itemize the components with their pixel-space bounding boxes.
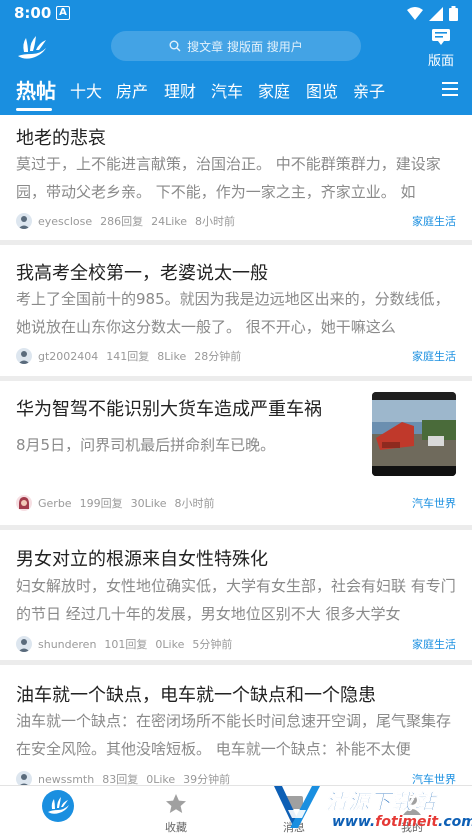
list-item[interactable]: 华为智驾不能识别大货车造成严重车祸 8月5日，问界司机最后拼命刹车已晚。 Ger… bbox=[0, 381, 472, 525]
watermark-url: www.fotimeit.com bbox=[332, 814, 472, 830]
post-meta: Gerbe 199回复 30Like 8小时前 汽车世界 bbox=[16, 494, 456, 512]
post-likes: 8Like bbox=[157, 349, 187, 363]
tab-gallery[interactable]: 图览 bbox=[306, 78, 338, 102]
watermark-url-suffix: .com bbox=[438, 814, 472, 830]
post-meta: gt2002404 141回复 8Like 28分钟前 家庭生活 bbox=[16, 347, 456, 365]
search-icon bbox=[169, 40, 181, 52]
app-logo-icon[interactable] bbox=[14, 32, 50, 62]
watermark-overlay: 清源下载站 www.fotimeit.com bbox=[268, 778, 472, 839]
board-icon bbox=[432, 29, 450, 45]
post-category[interactable]: 家庭生活 bbox=[412, 348, 456, 364]
watermark-url-brand: fotimeit bbox=[375, 814, 439, 830]
tab-hot[interactable]: 热帖 bbox=[16, 75, 56, 104]
post-time: 28分钟前 bbox=[194, 350, 242, 363]
star-icon bbox=[166, 794, 186, 813]
tab-family[interactable]: 家庭 bbox=[258, 78, 290, 102]
list-item[interactable]: 我高考全校第一，老婆说太一般 考上了全国前十的985。就因为我是边远地区出来的，… bbox=[0, 245, 472, 376]
tab-auto[interactable]: 汽车 bbox=[211, 78, 243, 102]
post-author[interactable]: Gerbe bbox=[38, 497, 72, 510]
post-replies: 141回复 bbox=[106, 350, 150, 363]
post-likes: 30Like bbox=[130, 496, 167, 510]
wifi-icon bbox=[407, 6, 423, 20]
nav-favorites-label: 收藏 bbox=[165, 821, 187, 834]
post-author[interactable]: shunderen bbox=[38, 638, 96, 651]
search-placeholder: 搜文章 搜版面 搜用户 bbox=[187, 39, 303, 54]
list-item[interactable]: 油车就一个缺点，电车就一个缺点和一个隐患 油车就一个缺点：在密闭场所不能长时间怠… bbox=[0, 665, 472, 787]
list-item[interactable]: 地老的悲哀 莫过于，上不能进言献策，治国治正。 中不能群策群力，建设家园，带动父… bbox=[0, 115, 472, 240]
tab-parenting[interactable]: 亲子 bbox=[353, 78, 385, 102]
post-author[interactable]: newssmth bbox=[38, 773, 94, 786]
banmian-button[interactable]: 版面 bbox=[426, 28, 456, 69]
tab-finance[interactable]: 理财 bbox=[164, 78, 196, 102]
post-thumbnail[interactable] bbox=[372, 392, 456, 476]
menu-icon[interactable] bbox=[442, 82, 458, 100]
post-likes: 0Like bbox=[155, 637, 185, 651]
category-tabs: 热帖 十大 房产 理财 汽车 家庭 图览 亲子 bbox=[0, 70, 472, 115]
avatar[interactable] bbox=[16, 495, 32, 511]
tab-real-estate[interactable]: 房产 bbox=[116, 78, 148, 102]
post-title: 华为智驾不能识别大货车造成严重车祸 bbox=[16, 399, 322, 420]
post-category[interactable]: 家庭生活 bbox=[412, 636, 456, 652]
post-likes: 0Like bbox=[146, 772, 176, 786]
post-excerpt: 莫过于，上不能进言献策，治国治正。 中不能群策群力，建设家园，带动父老乡亲。 下… bbox=[16, 155, 441, 201]
post-time: 8小时前 bbox=[174, 497, 215, 510]
avatar[interactable] bbox=[16, 348, 32, 364]
nav-home[interactable] bbox=[18, 790, 98, 825]
post-category[interactable]: 家庭生活 bbox=[412, 213, 456, 229]
battery-icon bbox=[449, 6, 458, 21]
banmian-label: 版面 bbox=[427, 54, 454, 69]
post-excerpt: 油车就一个缺点：在密闭场所不能长时间怠速开空调，尾气聚集存在安全风险。其他没啥短… bbox=[16, 712, 452, 758]
watermark-url-prefix: www. bbox=[332, 814, 376, 830]
status-bar: 8:00 A bbox=[0, 0, 472, 28]
post-title: 我高考全校第一，老婆说太一般 bbox=[16, 263, 268, 284]
post-replies: 101回复 bbox=[104, 638, 148, 651]
status-icons bbox=[407, 6, 458, 21]
post-excerpt: 妇女解放时，女性地位确实低，大学有女生部，社会有妇联 有专门的节日 经过几十年的… bbox=[16, 577, 456, 623]
post-author[interactable]: gt2002404 bbox=[38, 350, 98, 363]
active-tab-indicator bbox=[16, 108, 52, 111]
post-title: 地老的悲哀 bbox=[16, 128, 106, 149]
post-meta: shunderen 101回复 0Like 5分钟前 家庭生活 bbox=[16, 635, 456, 653]
post-replies: 286回复 bbox=[100, 215, 144, 228]
tab-top-ten[interactable]: 十大 bbox=[70, 78, 102, 102]
post-meta: eyesclose 286回复 24Like 8小时前 家庭生活 bbox=[16, 212, 456, 230]
signal-icon bbox=[429, 6, 443, 21]
home-logo-icon bbox=[42, 790, 74, 822]
post-category[interactable]: 汽车世界 bbox=[412, 495, 456, 511]
nav-favorites[interactable]: 收藏 bbox=[136, 792, 216, 835]
search-bar[interactable]: 搜文章 搜版面 搜用户 bbox=[111, 31, 361, 61]
post-excerpt: 考上了全国前十的985。就因为我是边远地区出来的，分数线低，她说放在山东你这分数… bbox=[16, 290, 450, 336]
post-time: 8小时前 bbox=[195, 215, 236, 228]
watermark-logo-icon bbox=[274, 786, 320, 828]
post-time: 5分钟前 bbox=[192, 638, 233, 651]
status-time: 8:00 bbox=[14, 4, 52, 22]
post-likes: 24Like bbox=[151, 214, 188, 228]
post-title: 男女对立的根源来自女性特殊化 bbox=[16, 549, 268, 570]
post-author[interactable]: eyesclose bbox=[38, 215, 92, 228]
post-excerpt: 8月5日，问界司机最后拼命刹车已晚。 bbox=[16, 436, 276, 454]
post-replies: 199回复 bbox=[79, 497, 123, 510]
watermark-title: 清源下载站 bbox=[326, 790, 436, 815]
avatar[interactable] bbox=[16, 636, 32, 652]
list-item[interactable]: 男女对立的根源来自女性特殊化 妇女解放时，女性地位确实低，大学有女生部，社会有妇… bbox=[0, 530, 472, 660]
top-bar: 搜文章 搜版面 搜用户 版面 bbox=[0, 28, 472, 70]
notification-icon: A bbox=[56, 6, 70, 20]
avatar[interactable] bbox=[16, 213, 32, 229]
post-title: 油车就一个缺点，电车就一个缺点和一个隐患 bbox=[16, 685, 376, 706]
